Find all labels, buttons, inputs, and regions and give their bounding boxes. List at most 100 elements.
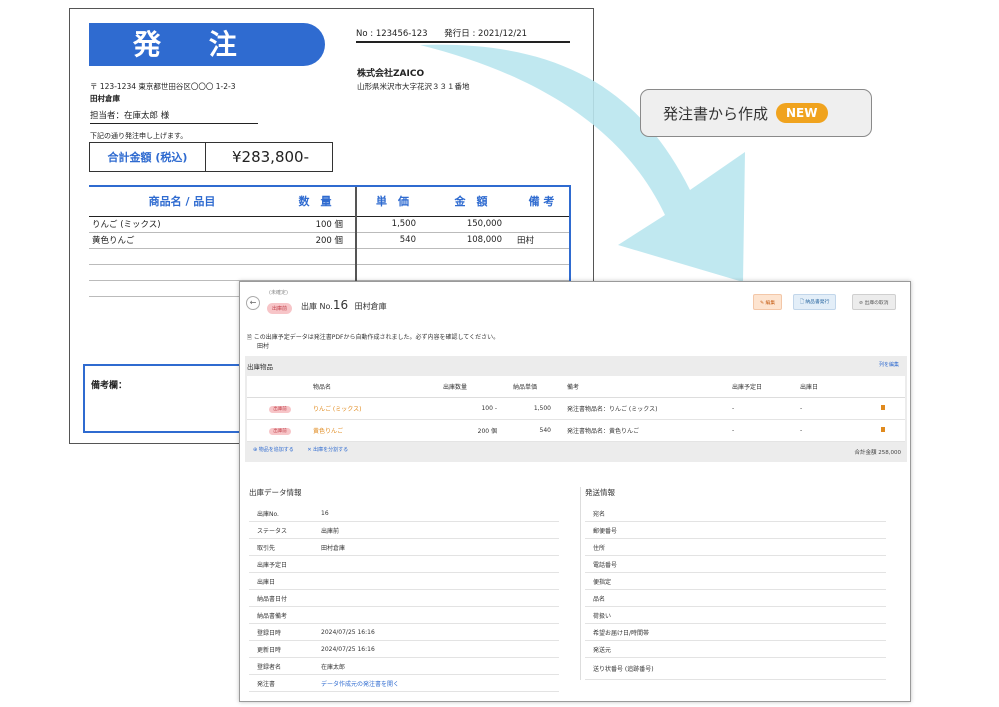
item-name: りんご (ミックス) bbox=[89, 216, 275, 233]
detail-key: 納品書日付 bbox=[257, 595, 288, 603]
issue-delivery-note-button[interactable]: 🗋 納品書発行 bbox=[793, 294, 837, 310]
detail-value: 在庫太郎 bbox=[321, 663, 346, 671]
detail-row: 希望お届け日/時間帯 bbox=[585, 624, 886, 641]
item-unit-price: 540 bbox=[507, 419, 561, 442]
detail-key: 出庫No. bbox=[257, 510, 279, 518]
total-amount-box: 合計金額 (税込) ¥283,800- bbox=[89, 142, 333, 172]
delete-row-icon[interactable] bbox=[880, 426, 885, 432]
detail-row: 更新日時 2024/07/25 16:16 bbox=[249, 641, 559, 658]
column-header bbox=[854, 376, 905, 398]
item-planned-date: - bbox=[726, 419, 794, 442]
column-header: 物品名 bbox=[307, 376, 437, 398]
detail-row: 郵便番号 bbox=[585, 522, 886, 539]
table-row[interactable]: 出庫前 りんご (ミックス) 100 - 1,500 発注書物品名：りんご (ミ… bbox=[247, 397, 905, 420]
detail-key: 納品書備考 bbox=[257, 612, 288, 620]
detail-key: 送り状番号 (追跡番号) bbox=[593, 666, 654, 673]
detail-key: 発注書 bbox=[257, 680, 276, 688]
edit-columns-link[interactable]: 列を編集 bbox=[879, 361, 899, 368]
document-number: No : 123456-123 bbox=[356, 29, 428, 39]
item-ship-date: - bbox=[794, 419, 854, 442]
detail-key: ステータス bbox=[257, 527, 288, 535]
split-shipment-button[interactable]: ✕ 出庫を分割する bbox=[307, 447, 348, 453]
shipment-actions: ⊕ 物品を追加する ✕ 出庫を分割する bbox=[253, 446, 360, 453]
detail-key: 登録者名 bbox=[257, 663, 282, 671]
column-header: 備考 bbox=[561, 376, 726, 398]
item-quantity: 100 個 bbox=[275, 216, 356, 233]
item-name-link[interactable]: りんご (ミックス) bbox=[307, 397, 437, 420]
order-items-table: 商品名 / 品目 数 量 単 価 金 額 備 考 りんご (ミックス) 100 … bbox=[89, 185, 571, 297]
detail-row: 登録日時 2024/07/25 16:16 bbox=[249, 624, 559, 641]
column-header: 単 価 bbox=[355, 185, 428, 217]
callout-text: 発注書から作成 bbox=[663, 104, 769, 123]
issue-date: 発行日 : 2021/12/21 bbox=[444, 29, 528, 39]
edit-button[interactable]: ✎ 編集 bbox=[753, 294, 783, 310]
shipment-number: 16 bbox=[332, 298, 349, 312]
arrow-left-icon: ← bbox=[249, 298, 257, 307]
auto-created-notice: 🗎 この出庫予定データは発注書PDFから自動作成されました。必ず内容を確認してく… bbox=[247, 332, 499, 343]
item-amount: 150,000 bbox=[428, 216, 514, 233]
column-header: 備 考 bbox=[514, 185, 571, 217]
detail-value: 16 bbox=[321, 509, 329, 517]
table-row: 黄色りんご 200 個 540 108,000 田村 bbox=[89, 232, 571, 249]
detail-row: 納品書備考 bbox=[249, 607, 559, 624]
detail-row: 便指定 bbox=[585, 573, 886, 590]
detail-key: 出庫予定日 bbox=[257, 561, 288, 569]
order-notice: 下記の通り発注申し上げます。 bbox=[90, 132, 188, 140]
detail-row: 住所 bbox=[585, 539, 886, 556]
notice-sub: 田村 bbox=[257, 343, 270, 350]
detail-key: 宛名 bbox=[593, 510, 606, 518]
item-quantity: 200 個 bbox=[275, 232, 356, 249]
detail-value: 2024/07/25 16:16 bbox=[321, 628, 375, 636]
remarks-label: 備考欄： bbox=[91, 381, 128, 391]
item-note: 発注書物品名：黄色りんご bbox=[561, 419, 726, 442]
detail-row: 取引先 田村倉庫 bbox=[249, 539, 559, 556]
shipping-data-rows: 出庫No. 16 ステータス 出庫前 取引先 田村倉庫 出庫予定日 出庫日 納品書日付 納品書備考… bbox=[249, 505, 559, 692]
total-label: 合計金額 (税込) bbox=[90, 143, 206, 171]
row-status-badge: 出庫前 bbox=[269, 405, 291, 413]
back-button[interactable]: ← bbox=[246, 296, 260, 310]
table-row: りんご (ミックス) 100 個 1,500 150,000 bbox=[89, 216, 571, 233]
column-header: 出庫数量 bbox=[437, 376, 507, 398]
item-quantity: 100 - bbox=[437, 397, 507, 420]
item-planned-date: - bbox=[726, 397, 794, 420]
unconfirmed-label: (未確定) bbox=[269, 290, 288, 296]
table-row[interactable]: 出庫前 黄色りんご 200 個 540 発注書物品名：黄色りんご - - bbox=[247, 419, 905, 442]
company-name: 株式会社ZAICO bbox=[357, 69, 425, 79]
detail-key: 荷扱い bbox=[593, 612, 612, 620]
detail-row: 納品書日付 bbox=[249, 590, 559, 607]
recipient-person: 担当者：在庫太郎 様 bbox=[90, 109, 258, 124]
detail-row: 送り状番号 (追跡番号) bbox=[585, 658, 886, 680]
column-header: 出庫日 bbox=[794, 376, 854, 398]
table-row bbox=[89, 264, 571, 281]
open-source-po-link[interactable]: データ作成元の発注書を開く bbox=[321, 679, 559, 688]
recipient-address: 〒 123-1234 東京都世田谷区〇〇〇 1-2-3 bbox=[90, 82, 236, 91]
item-name-link[interactable]: 黄色りんご bbox=[307, 419, 437, 442]
detail-row: 電話番号 bbox=[585, 556, 886, 573]
detail-row: 荷扱い bbox=[585, 607, 886, 624]
detail-key: 取引先 bbox=[257, 544, 276, 552]
table-header: 物品名 出庫数量 納品単価 備考 出庫予定日 出庫日 bbox=[247, 376, 905, 398]
add-item-button[interactable]: ⊕ 物品を追加する bbox=[253, 447, 294, 453]
panel-title: 発送情報 bbox=[585, 488, 615, 497]
shipment-app-window: ← (未確定) 出庫前 出庫 No.16 田村倉庫 ✎ 編集 🗋 納品書発行 ⊘… bbox=[239, 281, 911, 702]
detail-row: 登録者名 在庫太郎 bbox=[249, 658, 559, 675]
detail-row: 発注書 データ作成元の発注書を開く bbox=[249, 675, 559, 692]
page-title: 出庫 No.16 田村倉庫 bbox=[301, 298, 387, 312]
detail-key: 便指定 bbox=[593, 578, 612, 586]
item-quantity: 200 個 bbox=[437, 419, 507, 442]
document-icon: 🗎 bbox=[247, 334, 252, 341]
item-unit-price: 1,500 bbox=[507, 397, 561, 420]
row-status-badge: 出庫前 bbox=[269, 427, 291, 435]
detail-row: 出庫予定日 bbox=[249, 556, 559, 573]
table-row bbox=[89, 248, 571, 265]
warehouse-name: 田村倉庫 bbox=[354, 302, 387, 311]
item-amount: 108,000 bbox=[428, 232, 514, 249]
shipping-info-panel: 発送情報 宛名 郵便番号 住所 電話番号 便指定 品名 荷扱い 希望お届け日/時間帯 発送元 送り… bbox=[580, 487, 886, 680]
document-meta: No : 123456-123 発行日 : 2021/12/21 bbox=[356, 27, 570, 43]
recipient-name: 田村倉庫 bbox=[90, 94, 120, 103]
cancel-shipment-button[interactable]: ⊘ 出庫の取消 bbox=[852, 294, 896, 310]
delete-row-icon[interactable] bbox=[880, 404, 885, 410]
item-note bbox=[514, 216, 571, 233]
shipment-items-table: 物品名 出庫数量 納品単価 備考 出庫予定日 出庫日 出庫前 りんご (ミックス… bbox=[247, 376, 905, 442]
detail-row: 出庫No. 16 bbox=[249, 505, 559, 522]
